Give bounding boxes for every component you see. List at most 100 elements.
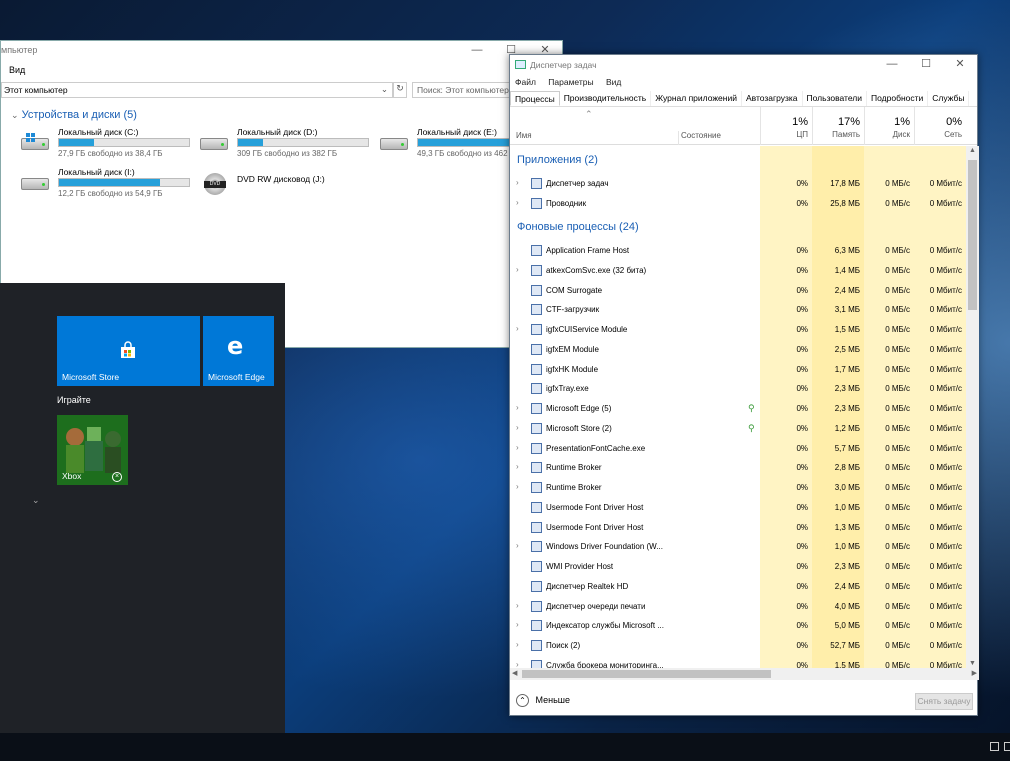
tile-microsoft-edge[interactable]: e Microsoft Edge — [203, 316, 274, 386]
process-row[interactable]: igfxHK Module 0% 1,7 МБ 0 МБ/с 0 Мбит/с — [510, 360, 966, 380]
dvd-label: DVD — [204, 181, 226, 188]
tab-users[interactable]: Пользователи — [803, 91, 868, 106]
process-row[interactable]: CTF-загрузчик 0% 3,1 МБ 0 МБ/с 0 Мбит/с — [510, 300, 966, 320]
chevron-down-icon[interactable]: ⌄ — [381, 84, 388, 95]
sort-arrow-icon: ⌃ — [585, 109, 593, 119]
process-row[interactable]: Диспетчер Realtek HD 0% 2,4 МБ 0 МБ/с 0 Мбит… — [510, 577, 966, 597]
chevron-right-icon[interactable]: › — [516, 324, 519, 333]
vertical-scrollbar[interactable]: ▲ ▼ — [966, 146, 979, 668]
process-row[interactable]: › Диспетчер задач 0% 17,8 МБ 0 МБ/с 0 Мбит/с — [510, 174, 966, 194]
drive-e[interactable]: Локальный диск (E:) 49,3 ГБ свободно из … — [380, 127, 510, 161]
process-cpu: 0% — [796, 364, 808, 374]
process-cpu: 0% — [796, 581, 808, 591]
chevron-right-icon[interactable]: › — [516, 178, 519, 187]
chevron-right-icon[interactable]: › — [516, 403, 519, 412]
minimize-icon[interactable]: — — [460, 41, 494, 61]
column-name[interactable]: Имя — [516, 131, 532, 140]
tab-app-history[interactable]: Журнал приложений — [651, 91, 742, 106]
tile-microsoft-store[interactable]: Microsoft Store — [57, 316, 200, 386]
tab-services[interactable]: Службы — [928, 91, 970, 106]
process-disk: 0 МБ/с — [885, 246, 910, 255]
chevron-right-icon[interactable]: › — [516, 198, 519, 207]
process-name: Индексатор службы Microsoft ... — [546, 621, 664, 631]
scroll-right-icon[interactable]: ▶ — [972, 669, 977, 677]
tab-processes[interactable]: Процессы — [510, 91, 560, 106]
tab-performance[interactable]: Производительность — [560, 91, 652, 106]
process-row[interactable]: › atkexComSvc.exe (32 бита) 0% 1,4 МБ 0 МБ/с… — [510, 261, 966, 281]
menu-file[interactable]: Файл — [515, 77, 536, 87]
process-row[interactable]: WMI Provider Host 0% 2,3 МБ 0 МБ/с 0 Мбит/с — [510, 557, 966, 577]
column-memory[interactable]: 17% Память — [812, 107, 864, 145]
menu-view[interactable]: Вид — [9, 65, 25, 75]
process-name: Microsoft Edge (5) — [546, 404, 612, 413]
process-cpu: 0% — [796, 285, 808, 295]
process-row[interactable]: › Служба брокера мониторинга... 0% 1,5 МБ 0 … — [510, 656, 966, 668]
drive-c[interactable]: Локальный диск (C:) 27,9 ГБ свободно из … — [21, 127, 191, 161]
column-disk[interactable]: 1% Диск — [864, 107, 914, 145]
scroll-down-icon[interactable]: ▼ — [969, 660, 976, 667]
process-row[interactable]: › Microsoft Store (2) ⚲ 0% 1,2 МБ 0 МБ/с 0 Мби… — [510, 419, 966, 439]
tab-details[interactable]: Подробности — [867, 91, 929, 106]
chevron-right-icon[interactable]: › — [516, 541, 519, 550]
process-row[interactable]: › Диспетчер очереди печати 0% 4,0 МБ 0 МБ/с 0… — [510, 597, 966, 617]
address-bar[interactable]: Этот компьютер ⌄ — [1, 82, 393, 98]
column-status[interactable]: Состояние — [678, 131, 721, 145]
chevron-right-icon[interactable]: › — [516, 265, 519, 274]
refresh-icon[interactable]: ↻ — [393, 82, 407, 98]
process-row[interactable]: › igfxCUIService Module 0% 1,5 МБ 0 МБ/с 0 Мб… — [510, 320, 966, 340]
chevron-right-icon[interactable]: › — [516, 620, 519, 629]
drive-i[interactable]: Локальный диск (I:) 12,2 ГБ свободно из … — [21, 167, 191, 201]
chevron-right-icon[interactable]: › — [516, 601, 519, 610]
drive-d[interactable]: Локальный диск (D:) 309 ГБ свободно из 3… — [200, 127, 370, 161]
tray-icon[interactable] — [990, 742, 999, 751]
menu-view[interactable]: Вид — [606, 77, 621, 87]
minimize-icon[interactable]: — — [875, 55, 909, 75]
process-row[interactable]: › Runtime Broker 0% 2,8 МБ 0 МБ/с 0 Мбит/с — [510, 458, 966, 478]
devices-group-title: Устройства и диски (5) — [21, 109, 137, 121]
process-row[interactable]: Application Frame Host 0% 6,3 МБ 0 МБ/с 0 Мб… — [510, 241, 966, 261]
chevron-right-icon[interactable]: › — [516, 482, 519, 491]
maximize-icon[interactable]: ☐ — [909, 55, 943, 75]
process-row[interactable]: › PresentationFontCache.exe 0% 5,7 МБ 0 МБ/с… — [510, 439, 966, 459]
end-task-button[interactable]: Снять задачу — [915, 693, 973, 710]
tile-xbox[interactable]: Xbox × — [57, 415, 128, 485]
column-network[interactable]: 0% Сеть — [914, 107, 966, 145]
process-name: COM Surrogate — [546, 285, 603, 295]
process-row[interactable]: › Windows Driver Foundation (W... 0% 1,0 МБ… — [510, 537, 966, 557]
process-row[interactable]: Usermode Font Driver Host 0% 1,0 МБ 0 МБ/с 0… — [510, 498, 966, 518]
scroll-left-icon[interactable]: ◀ — [512, 669, 517, 677]
chevron-right-icon[interactable]: › — [516, 660, 519, 668]
process-row[interactable]: igfxEM Module 0% 2,5 МБ 0 МБ/с 0 Мбит/с — [510, 340, 966, 360]
devices-group-header[interactable]: ⌄ Устройства и диски (5) — [11, 109, 137, 121]
chevron-right-icon[interactable]: › — [516, 462, 519, 471]
process-row[interactable]: igfxTray.exe 0% 2,3 МБ 0 МБ/с 0 Мбит/с — [510, 379, 966, 399]
process-row[interactable]: › Поиск (2) 0% 52,7 МБ 0 МБ/с 0 Мбит/с — [510, 636, 966, 656]
chevron-right-icon[interactable]: › — [516, 443, 519, 452]
menu-options[interactable]: Параметры — [548, 77, 593, 87]
process-row[interactable]: COM Surrogate 0% 2,4 МБ 0 МБ/с 0 Мбит/с — [510, 281, 966, 301]
drive-j[interactable]: DVD DVD RW дисковод (J:) — [200, 167, 370, 201]
tray-icon[interactable] — [1004, 742, 1010, 751]
chevron-up-icon: ⌃ — [516, 694, 529, 707]
horizontal-scrollbar[interactable]: ◀ ▶ — [510, 668, 979, 680]
process-row[interactable]: › Runtime Broker 0% 3,0 МБ 0 МБ/с 0 Мбит/с — [510, 478, 966, 498]
chevron-right-icon[interactable]: › — [516, 640, 519, 649]
process-cpu: 0% — [796, 522, 808, 532]
drive-name: Локальный диск (I:) — [58, 167, 135, 177]
tab-startup[interactable]: Автозагрузка — [742, 91, 803, 106]
process-network: 0 Мбит/с — [929, 601, 962, 611]
fewer-details-button[interactable]: ⌃ Меньше — [516, 694, 570, 707]
column-cpu[interactable]: 1% ЦП — [760, 107, 812, 145]
scrollbar-thumb[interactable] — [522, 670, 771, 678]
chevron-down-icon[interactable]: ⌄ — [32, 495, 40, 506]
process-row[interactable]: Usermode Font Driver Host 0% 1,3 МБ 0 МБ/с 0… — [510, 518, 966, 538]
process-row[interactable]: › Microsoft Edge (5) ⚲ 0% 2,3 МБ 0 МБ/с 0 Мбит… — [510, 399, 966, 419]
scroll-up-icon[interactable]: ▲ — [969, 147, 976, 154]
process-memory: 2,3 МБ — [834, 562, 860, 571]
process-row[interactable]: › Индексатор службы Microsoft ... 0% 5,0 МБ… — [510, 616, 966, 636]
close-icon[interactable]: ✕ — [943, 55, 977, 75]
process-row[interactable]: › Проводник 0% 25,8 МБ 0 МБ/с 0 Мбит/с — [510, 194, 966, 214]
chevron-right-icon[interactable]: › — [516, 423, 519, 432]
scrollbar-thumb[interactable] — [968, 160, 977, 310]
process-memory: 5,0 МБ — [834, 621, 860, 631]
